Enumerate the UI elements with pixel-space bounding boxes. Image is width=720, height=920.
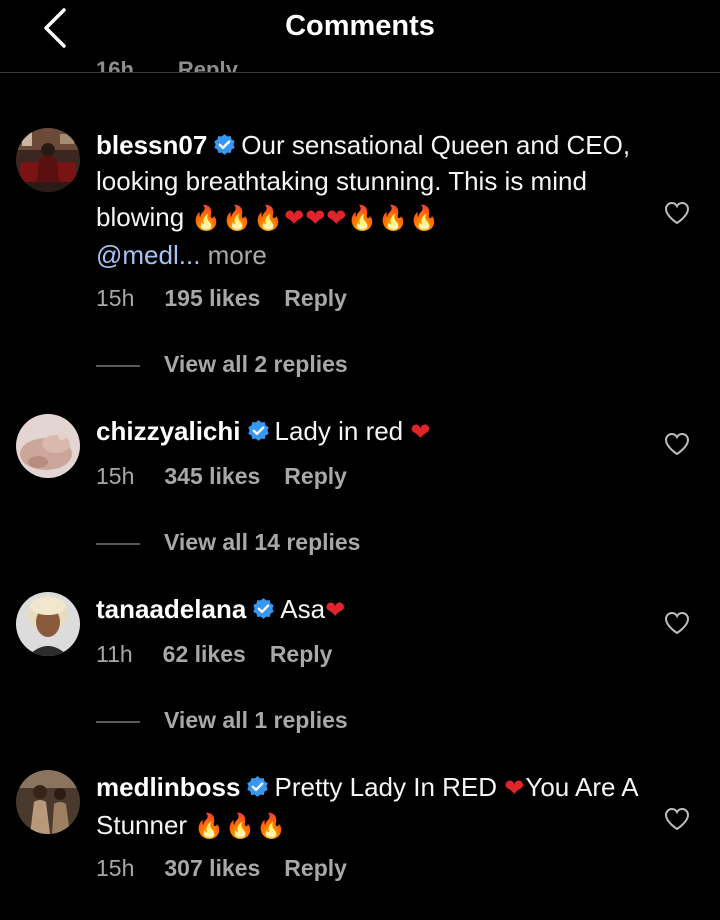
avatar[interactable] bbox=[16, 592, 80, 656]
red-heart-emoji: ❤ bbox=[504, 775, 525, 802]
verified-badge-icon bbox=[251, 596, 276, 621]
reply-button[interactable]: Reply bbox=[284, 460, 347, 492]
view-replies-button[interactable]: View all 1 replies bbox=[96, 704, 348, 736]
like-button[interactable] bbox=[664, 432, 690, 456]
previous-comment-reply[interactable]: Reply bbox=[178, 56, 238, 72]
fire-emoji: 🔥 bbox=[194, 813, 225, 840]
fire-emoji: 🔥 bbox=[256, 813, 286, 840]
red-heart-emoji: ❤ bbox=[284, 205, 305, 232]
comment-likes[interactable]: 62 likes bbox=[163, 638, 246, 670]
comment-body: Asa bbox=[280, 594, 326, 624]
like-button[interactable] bbox=[664, 807, 690, 831]
view-replies-button[interactable]: View all 14 replies bbox=[96, 526, 360, 558]
view-replies-button[interactable]: View all 2 replies bbox=[96, 348, 348, 380]
like-button[interactable] bbox=[664, 201, 690, 225]
heart-outline-icon bbox=[664, 201, 690, 225]
previous-comment-meta: 16h Reply bbox=[96, 56, 238, 72]
heart-outline-icon bbox=[664, 807, 690, 831]
more-link[interactable]: more bbox=[208, 240, 267, 270]
comment-text: blessn07 Our sensational Queen and CEO, l… bbox=[96, 127, 646, 273]
previous-comment-time: 16h bbox=[96, 57, 134, 72]
red-heart-emoji: ❤ bbox=[325, 597, 346, 624]
comment-username[interactable]: blessn07 bbox=[96, 130, 207, 160]
comment-username[interactable]: chizzyalichi bbox=[96, 416, 241, 446]
comment-meta: 15h 195 likes Reply bbox=[96, 282, 347, 314]
verified-badge-icon bbox=[212, 132, 237, 157]
reply-button[interactable]: Reply bbox=[270, 638, 333, 670]
comment-text: tanaadelana Asa❤ bbox=[96, 591, 646, 629]
fire-emoji: 🔥 bbox=[225, 813, 256, 840]
comment-text: chizzyalichi Lady in red ❤ bbox=[96, 413, 646, 451]
comment-body: Lady in red bbox=[274, 416, 404, 446]
verified-badge-icon bbox=[245, 774, 270, 799]
reply-button[interactable]: Reply bbox=[284, 852, 347, 884]
red-heart-emoji: ❤ bbox=[410, 419, 431, 446]
fire-emoji: 🔥 bbox=[222, 205, 253, 232]
comment-time: 15h bbox=[96, 463, 135, 489]
comment-likes[interactable]: 307 likes bbox=[164, 852, 260, 884]
fire-emoji: 🔥 bbox=[253, 205, 284, 232]
divider-line bbox=[96, 720, 140, 723]
like-button[interactable] bbox=[664, 611, 690, 635]
comment-meta: 11h 62 likes Reply bbox=[96, 638, 332, 670]
comment-time: 15h bbox=[96, 855, 135, 881]
verified-badge-icon bbox=[246, 418, 271, 443]
fire-emoji: 🔥 bbox=[191, 205, 222, 232]
view-replies-label: View all 2 replies bbox=[164, 351, 348, 377]
view-replies-label: View all 14 replies bbox=[164, 529, 361, 555]
fire-emoji: 🔥 bbox=[347, 205, 378, 232]
heart-outline-icon bbox=[664, 611, 690, 635]
comment-likes[interactable]: 345 likes bbox=[164, 460, 260, 492]
mention-link[interactable]: @medl... bbox=[96, 240, 200, 270]
heart-outline-icon bbox=[664, 432, 690, 456]
comment-likes[interactable]: 195 likes bbox=[164, 282, 260, 314]
fire-emoji: 🔥 bbox=[378, 205, 409, 232]
fire-emoji: 🔥 bbox=[409, 205, 440, 232]
comment-username[interactable]: tanaadelana bbox=[96, 594, 246, 624]
comment-text: medlinboss Pretty Lady In RED ❤You Are A … bbox=[96, 769, 646, 845]
comment-username[interactable]: medlinboss bbox=[96, 772, 240, 802]
view-replies-label: View all 1 replies bbox=[164, 707, 348, 733]
avatar[interactable] bbox=[16, 128, 80, 192]
divider-line bbox=[96, 364, 140, 367]
red-heart-emoji: ❤ bbox=[326, 205, 347, 232]
comment-body: Pretty Lady In RED bbox=[274, 772, 498, 802]
comment-time: 15h bbox=[96, 285, 135, 311]
avatar[interactable] bbox=[16, 770, 80, 834]
comment-time: 11h bbox=[96, 641, 133, 667]
avatar[interactable] bbox=[16, 414, 80, 478]
divider-line bbox=[96, 542, 140, 545]
red-heart-emoji: ❤ bbox=[305, 205, 326, 232]
page-title: Comments bbox=[285, 10, 435, 42]
comment-meta: 15h 345 likes Reply bbox=[96, 460, 347, 492]
comment-meta: 15h 307 likes Reply bbox=[96, 852, 347, 884]
reply-button[interactable]: Reply bbox=[284, 282, 347, 314]
